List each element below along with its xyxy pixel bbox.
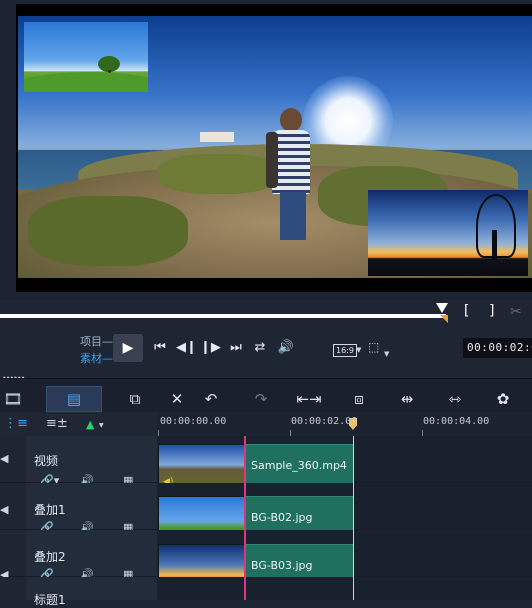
aspect-ratio-button[interactable]: 16:9 bbox=[333, 344, 357, 357]
next-frame-icon[interactable]: ❙▶ bbox=[200, 338, 221, 358]
track-header-video[interactable]: ◀ 视频 🔗▾ 🔊 ▦ bbox=[0, 436, 157, 487]
go-to-end-icon[interactable]: ⏭ bbox=[226, 338, 246, 358]
go-to-start-icon[interactable]: ⏮ bbox=[150, 338, 170, 358]
person-arm bbox=[266, 132, 278, 188]
preview-window[interactable] bbox=[16, 4, 532, 292]
chevron-down-icon[interactable]: ▼ bbox=[356, 346, 361, 354]
volume-icon[interactable]: 🔊 bbox=[276, 338, 296, 358]
play-button[interactable]: ▶ bbox=[113, 334, 143, 362]
bare-tree-trunk bbox=[492, 230, 497, 260]
mark-out-button[interactable]: ] bbox=[488, 303, 496, 319]
clip-mode-text: 素材 bbox=[80, 352, 102, 365]
clip-mode-label[interactable]: 素材— bbox=[80, 350, 113, 366]
project-mode-text: 项目 bbox=[80, 335, 102, 348]
repeat-icon[interactable]: ⇄ bbox=[250, 338, 270, 358]
track-manager-icon[interactable]: ⋮≡ bbox=[4, 416, 28, 431]
track-header-overlay1[interactable]: ◀ 叠加1 🔗 🔊 ▦ bbox=[0, 483, 157, 534]
chevron-down-icon[interactable]: ▼ bbox=[99, 422, 104, 429]
track-name: 叠加2 bbox=[34, 550, 66, 564]
person-head bbox=[280, 108, 302, 132]
speaker-icon[interactable]: ◀ bbox=[0, 452, 8, 465]
track-name: 叠加1 bbox=[34, 503, 66, 517]
overlay1-pip-image[interactable] bbox=[24, 22, 148, 92]
color-palette-icon[interactable]: ✿ bbox=[490, 388, 516, 410]
scrub-bar[interactable] bbox=[0, 314, 446, 318]
brush-left bbox=[28, 196, 188, 266]
person-legs bbox=[280, 192, 306, 240]
track-header-overlay2[interactable]: ◀ 叠加2 🔗 🔊 ▦ bbox=[0, 530, 157, 581]
mark-in-indicator bbox=[440, 315, 448, 323]
track-name: 视频 bbox=[34, 454, 59, 468]
track-side-strip bbox=[0, 577, 26, 600]
project-mode-label[interactable]: 项目— bbox=[80, 333, 113, 349]
ruler-label: 00:00:02.00 bbox=[291, 416, 358, 427]
track-lane-video[interactable]: ◀) Sample_360.mp4 bbox=[157, 436, 532, 490]
previous-frame-icon[interactable]: ◀❙ bbox=[176, 338, 197, 358]
overlay2-pip-image[interactable] bbox=[368, 190, 528, 276]
lighthouse bbox=[200, 132, 234, 142]
timecode-display[interactable]: 00:00:02:00 bbox=[463, 338, 532, 358]
brush-mid bbox=[158, 154, 278, 194]
undo-icon[interactable]: ↶ bbox=[198, 388, 224, 410]
timeline-view-icon: ▤ bbox=[66, 390, 82, 408]
ruler-label: 00:00:00.00 bbox=[160, 416, 227, 427]
fit-project-icon[interactable]: ⧈ bbox=[346, 388, 372, 410]
chevron-down-icon[interactable]: ▼ bbox=[384, 350, 389, 358]
track-lane-overlay2[interactable]: BG-B03.jpg bbox=[157, 530, 532, 590]
fit-timeline-icon[interactable]: ⇤⇥ bbox=[296, 388, 322, 410]
add-track-icon[interactable]: ≡± bbox=[46, 416, 68, 431]
mark-in-button[interactable]: [ bbox=[462, 303, 470, 319]
playhead[interactable] bbox=[244, 436, 246, 600]
ruler-label: 00:00:04.00 bbox=[423, 416, 490, 427]
timeline-view-button[interactable]: ▤ bbox=[46, 386, 102, 412]
speaker-icon[interactable]: ◀ bbox=[0, 503, 8, 516]
track-header-title1[interactable]: 标题1 bbox=[0, 577, 157, 607]
clip-end-marker bbox=[353, 436, 354, 600]
split-icon[interactable]: ⇹ bbox=[394, 388, 420, 410]
trim-icon[interactable]: ⇿ bbox=[442, 388, 468, 410]
multi-copy-icon[interactable]: ⧉ bbox=[122, 388, 148, 410]
crop-icon[interactable]: ⬚ bbox=[368, 340, 379, 354]
track-lane-overlay1[interactable]: BG-B02.jpg bbox=[157, 483, 532, 542]
green-hill bbox=[24, 72, 148, 92]
scrub-handle[interactable] bbox=[436, 303, 448, 313]
scissors-icon[interactable]: ✂ bbox=[510, 304, 522, 320]
film-strip-icon[interactable]: 🎞 bbox=[0, 388, 26, 410]
clip-sample-360[interactable]: Sample_360.mp4 bbox=[244, 444, 354, 488]
play-icon: ▶ bbox=[122, 340, 134, 356]
track-lane-title1[interactable] bbox=[157, 577, 532, 600]
track-arrow-icon[interactable]: ▲ bbox=[86, 418, 94, 431]
tools-icon[interactable]: ✕ bbox=[164, 388, 190, 410]
redo-icon[interactable]: ↷ bbox=[248, 388, 274, 410]
